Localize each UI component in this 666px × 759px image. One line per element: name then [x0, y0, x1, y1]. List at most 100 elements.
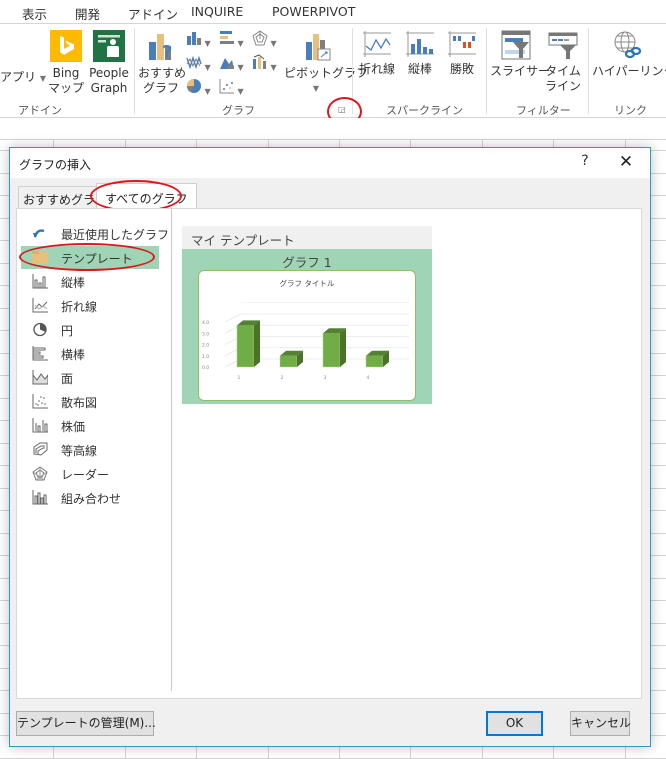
dialog-title: グラフの挿入	[19, 158, 92, 172]
column-chart-icon	[32, 274, 48, 289]
chart-type-area[interactable]: 面	[21, 366, 159, 389]
my-templates-header: マイ テンプレート	[182, 226, 432, 249]
column-chart-icon	[187, 32, 201, 45]
area-chart-icon	[220, 58, 234, 69]
chart-type-label: テンプレート	[61, 252, 133, 266]
chevron-down-icon: ▼	[202, 39, 211, 48]
sparkline-column-icon	[406, 31, 434, 57]
insert-area-chart-button[interactable]: ▼	[219, 54, 244, 75]
insert-bar-chart-button[interactable]: ▼	[219, 30, 244, 51]
y-tick-label: 3.0	[202, 331, 209, 337]
cancel-button[interactable]: キャンセル	[570, 711, 631, 736]
group-separator	[134, 28, 135, 114]
slicer-button[interactable]: スライサー	[490, 30, 551, 79]
apps-label: アプリ	[0, 70, 37, 84]
tab-view[interactable]: 表示	[22, 4, 47, 23]
apps-button[interactable]: アプリ ▼	[0, 70, 46, 86]
chevron-down-icon: ▼	[202, 63, 211, 72]
pivot-chart-button[interactable]: ピボットグラフ ▼	[284, 30, 369, 96]
insert-scatter-chart-button[interactable]: ▼	[219, 78, 244, 99]
close-button[interactable]: ✕	[614, 152, 638, 174]
tab-all-charts[interactable]: すべてのグラフ	[96, 183, 197, 209]
pie-chart-icon	[187, 79, 201, 93]
chart-type-surface[interactable]: 等高線	[21, 438, 159, 461]
chart-type-pie[interactable]: 円	[21, 318, 159, 341]
chart-panel: 最近使用したグラフ テンプレート 縦棒 折れ線 円 横棒 面 散布図 株価 等高…	[16, 208, 642, 699]
bar	[322, 333, 341, 368]
recommended-label-1: おすすめ	[138, 66, 187, 80]
ok-button[interactable]: OK	[486, 711, 543, 736]
y-tick-label: 1.0	[202, 354, 209, 360]
group-separator	[588, 28, 589, 114]
manage-templates-button[interactable]: テンプレートの管理(M)...	[16, 711, 156, 736]
chart-type-template[interactable]: テンプレート	[21, 246, 159, 269]
people-graph-button[interactable]: People Graph	[88, 30, 130, 96]
recommended-charts-button[interactable]: ? おすすめ グラフ	[138, 30, 187, 96]
pivot-chart-icon	[306, 34, 331, 61]
link-group-label: リンク	[614, 104, 647, 117]
tab-powerpivot[interactable]: POWERPIVOT	[272, 4, 355, 19]
bing-label-2: マップ	[48, 81, 85, 95]
slicer-label: スライサー	[490, 64, 551, 78]
chart-type-bar[interactable]: 横棒	[21, 342, 159, 365]
tab-inquire[interactable]: INQUIRE	[191, 4, 243, 19]
sparkline-winloss-button[interactable]: 勝敗	[442, 30, 482, 77]
group-separator	[486, 28, 487, 114]
chart-type-recent[interactable]: 最近使用したグラフ	[21, 222, 169, 245]
tab-addins[interactable]: アドイン	[128, 4, 178, 23]
radar-chart-icon	[32, 466, 48, 481]
chevron-down-icon: ▼	[202, 87, 211, 96]
pivot-chart-label: ピボットグラフ	[284, 66, 369, 80]
insert-radar-chart-button[interactable]: ▼	[252, 30, 277, 51]
surface-chart-icon	[33, 442, 48, 456]
tab-developer[interactable]: 開発	[75, 4, 100, 23]
chart-type-column[interactable]: 縦棒	[21, 270, 159, 293]
svg-text:?: ?	[162, 42, 172, 62]
x-tick-label: 1	[238, 375, 241, 381]
chart-type-line[interactable]: 折れ線	[21, 294, 159, 317]
line-chart-icon	[186, 55, 202, 70]
insert-pie-chart-button[interactable]: ▼	[186, 78, 211, 99]
timeline-label-2: ライン	[544, 79, 581, 93]
bar-side	[254, 320, 260, 367]
chart-type-label: 面	[61, 372, 74, 386]
chevron-down-icon: ▼	[235, 87, 244, 96]
chart-type-label: レーダー	[61, 468, 110, 482]
stock-chart-icon	[32, 418, 48, 433]
insert-stock-chart-button[interactable]: ▼	[252, 54, 277, 75]
chart-type-combo[interactable]: 組み合わせ	[21, 486, 159, 509]
chart-type-label: 横棒	[61, 348, 86, 362]
bing-maps-button[interactable]: Bing マップ	[48, 30, 84, 96]
dialog-launcher-icon: ◲	[338, 105, 346, 114]
help-button[interactable]: ?	[575, 153, 595, 173]
sparkline-line-button[interactable]: 折れ線	[357, 30, 397, 77]
chart-type-scatter[interactable]: 散布図	[21, 390, 159, 413]
y-tick-label: 4.0	[202, 320, 209, 326]
chart-type-label: 最近使用したグラフ	[61, 228, 170, 242]
people-graph-icon	[93, 30, 125, 62]
chart-type-stock[interactable]: 株価	[21, 414, 159, 437]
insert-chart-dialog: グラフの挿入 ? ✕ おすすめグラフ すべてのグラフ 最近使用したグラフ テンプ…	[9, 147, 651, 747]
scatter-chart-icon	[219, 79, 234, 94]
radar-chart-icon	[252, 30, 268, 46]
slicer-icon	[501, 30, 531, 60]
x-tick-label: 2	[281, 375, 284, 381]
timeline-button[interactable]: タイム ライン	[544, 30, 582, 94]
chart-dialog-launcher[interactable]: ◲	[338, 102, 346, 117]
insert-column-chart-button[interactable]: ▼	[186, 30, 211, 51]
template-card[interactable]: グラフ 1 グラフ タイトル 0.0 1.0 2.0 3.0 4.0 1 2 3 4	[182, 249, 432, 404]
addins-group-label: アドイン	[18, 104, 62, 117]
formula-bar-area	[0, 118, 666, 140]
sparkline-group-label: スパークライン	[386, 104, 463, 117]
hyperlink-button[interactable]: ハイパーリンク	[592, 30, 666, 79]
hyperlink-icon	[614, 31, 642, 59]
chart-type-radar[interactable]: レーダー	[21, 462, 159, 485]
sparkline-line-label: 折れ線	[358, 62, 395, 76]
x-tick-label: 4	[367, 375, 370, 381]
sparkline-column-button[interactable]: 縦棒	[400, 30, 440, 77]
dialog-titlebar[interactable]: グラフの挿入 ? ✕	[10, 148, 650, 178]
bar	[279, 355, 298, 368]
chevron-down-icon: ▼	[235, 39, 244, 48]
group-separator	[352, 28, 353, 114]
insert-line-chart-button[interactable]: ▼	[186, 54, 211, 75]
